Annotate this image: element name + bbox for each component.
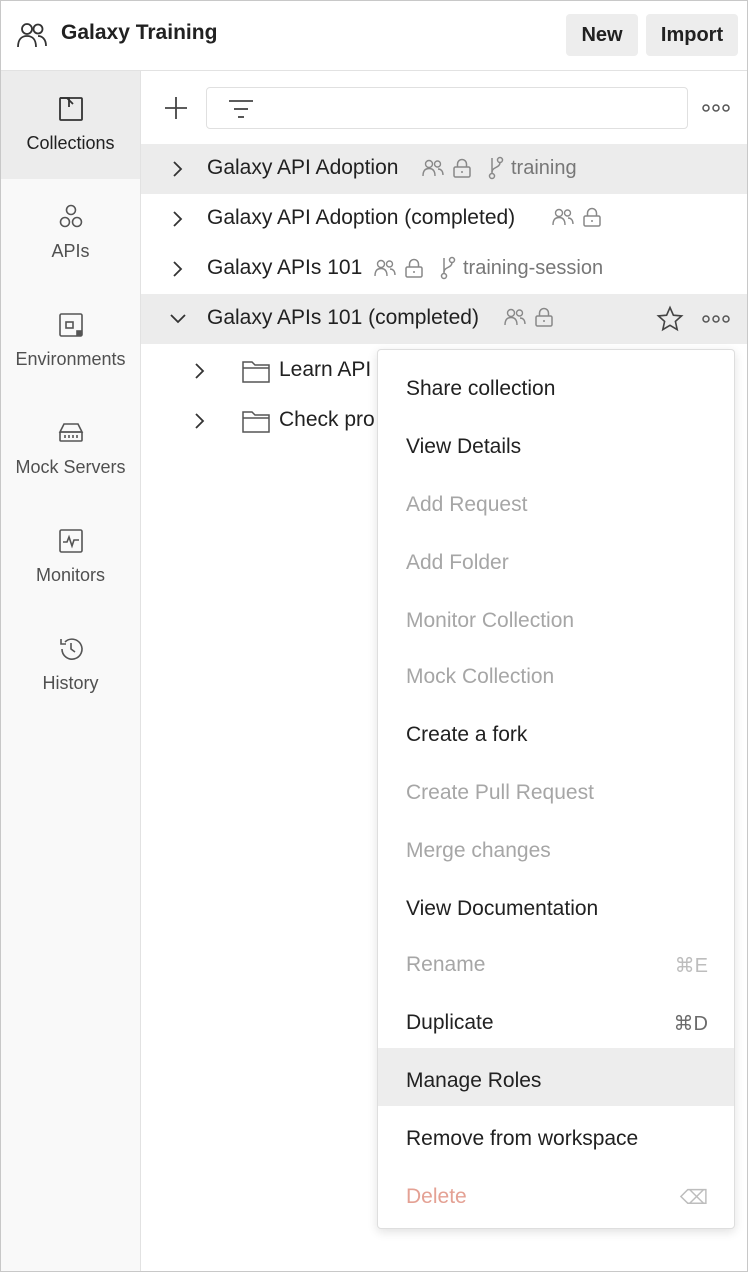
menu-item-monitor-collection: Monitor Collection xyxy=(406,609,575,632)
menu-item-manage-roles[interactable]: Manage Roles xyxy=(378,1048,734,1106)
shortcut-label: ⌘D xyxy=(673,1013,708,1035)
lock-icon xyxy=(405,258,423,278)
collection-meta: training-session xyxy=(373,256,603,280)
lock-icon xyxy=(453,158,471,178)
collection-meta xyxy=(551,206,603,228)
chevron-right-icon[interactable] xyxy=(169,159,187,179)
sidebar-item-environments[interactable]: Environments xyxy=(1,287,140,395)
folder-icon xyxy=(242,361,270,383)
collection-meta xyxy=(503,306,555,328)
branch-icon xyxy=(488,156,504,180)
shortcut-label: ⌘E xyxy=(674,955,708,977)
sidebar-item-label: History xyxy=(42,673,99,693)
chevron-right-icon[interactable] xyxy=(191,361,209,381)
sidebar-item-label: Environments xyxy=(15,349,126,369)
team-icon xyxy=(504,308,526,326)
chevron-right-icon[interactable] xyxy=(191,411,209,431)
sidebar: Collections APIs Environments Mock Serve… xyxy=(1,71,141,1271)
collection-row[interactable]: Galaxy APIs 101 (completed) xyxy=(141,294,747,344)
sidebar-item-label: Collections xyxy=(26,133,115,153)
team-icon xyxy=(422,159,444,177)
lock-icon xyxy=(535,307,553,327)
shortcut-label: ⌫ xyxy=(679,1187,708,1209)
folder-name: Check pro xyxy=(279,408,375,431)
menu-item-create-pull-request: Create Pull Request xyxy=(406,781,594,804)
menu-item-share-collection[interactable]: Share collection xyxy=(378,356,734,414)
menu-item-create-fork[interactable]: Create a fork xyxy=(378,702,734,760)
sidebar-item-collections[interactable]: Collections xyxy=(1,71,140,179)
menu-item-rename: Rename ⌘E xyxy=(406,953,708,977)
branch-name: training-session xyxy=(463,256,604,279)
collection-context-menu: Share collection View Details Add Reques… xyxy=(377,349,735,1229)
collection-row[interactable]: Galaxy APIs 101 training-session xyxy=(141,244,747,294)
collection-row[interactable]: Galaxy API Adoption training xyxy=(141,144,747,194)
chevron-down-icon[interactable] xyxy=(169,309,187,329)
sidebar-item-label: Monitors xyxy=(35,565,106,585)
menu-item-view-documentation[interactable]: View Documentation xyxy=(378,876,734,934)
app-window: Galaxy Training New Import Collections A… xyxy=(0,0,748,1272)
collections-icon xyxy=(58,97,83,121)
menu-item-delete: Delete ⌫ xyxy=(406,1185,708,1209)
collection-meta: training xyxy=(421,156,577,180)
filter-icon[interactable] xyxy=(227,98,255,120)
chevron-right-icon[interactable] xyxy=(169,209,187,229)
collection-name: Galaxy APIs 101 xyxy=(207,256,363,279)
monitors-icon xyxy=(58,529,83,553)
menu-item-view-details[interactable]: View Details xyxy=(378,414,734,472)
sidebar-item-apis[interactable]: APIs xyxy=(1,179,140,287)
collection-name: Galaxy API Adoption xyxy=(207,156,399,179)
menu-item-merge-changes: Merge changes xyxy=(406,839,551,862)
collection-name: Galaxy API Adoption (completed) xyxy=(207,206,516,229)
environments-icon xyxy=(58,313,83,337)
collection-name: Galaxy APIs 101 (completed) xyxy=(207,306,479,329)
workspace-title: Galaxy Training xyxy=(61,21,218,44)
add-collection-icon[interactable] xyxy=(163,95,189,121)
team-icon xyxy=(374,259,396,277)
lock-icon xyxy=(583,207,601,227)
menu-item-remove-from-workspace[interactable]: Remove from workspace xyxy=(378,1106,734,1164)
team-icon xyxy=(552,208,574,226)
branch-name: training xyxy=(511,156,577,179)
folder-icon xyxy=(242,411,270,433)
menu-item-add-request: Add Request xyxy=(406,493,528,516)
menu-item-add-folder: Add Folder xyxy=(406,551,509,574)
sidebar-item-mock-servers[interactable]: Mock Servers xyxy=(1,395,140,503)
menu-item-duplicate[interactable]: Duplicate ⌘D xyxy=(378,990,734,1048)
mock-servers-icon xyxy=(58,423,83,442)
sidebar-item-history[interactable]: History xyxy=(1,611,140,719)
search-input[interactable] xyxy=(206,87,688,129)
team-icon xyxy=(17,23,47,48)
menu-item-mock-collection: Mock Collection xyxy=(406,665,555,688)
workspace-header: Galaxy Training New Import xyxy=(1,1,747,71)
collection-row[interactable]: Galaxy API Adoption (completed) xyxy=(141,194,747,244)
sidebar-item-label: Mock Servers xyxy=(15,457,126,477)
more-options-icon[interactable] xyxy=(701,97,731,119)
sidebar-item-monitors[interactable]: Monitors xyxy=(1,503,140,611)
new-button[interactable]: New xyxy=(566,14,638,56)
history-icon xyxy=(59,638,83,660)
apis-icon xyxy=(59,204,82,228)
more-options-icon[interactable] xyxy=(701,308,731,330)
star-icon[interactable] xyxy=(656,305,684,333)
import-button[interactable]: Import xyxy=(646,14,738,56)
folder-name: Learn API xyxy=(279,358,372,381)
sidebar-item-label: APIs xyxy=(51,241,90,261)
chevron-right-icon[interactable] xyxy=(169,259,187,279)
branch-icon xyxy=(440,256,456,280)
